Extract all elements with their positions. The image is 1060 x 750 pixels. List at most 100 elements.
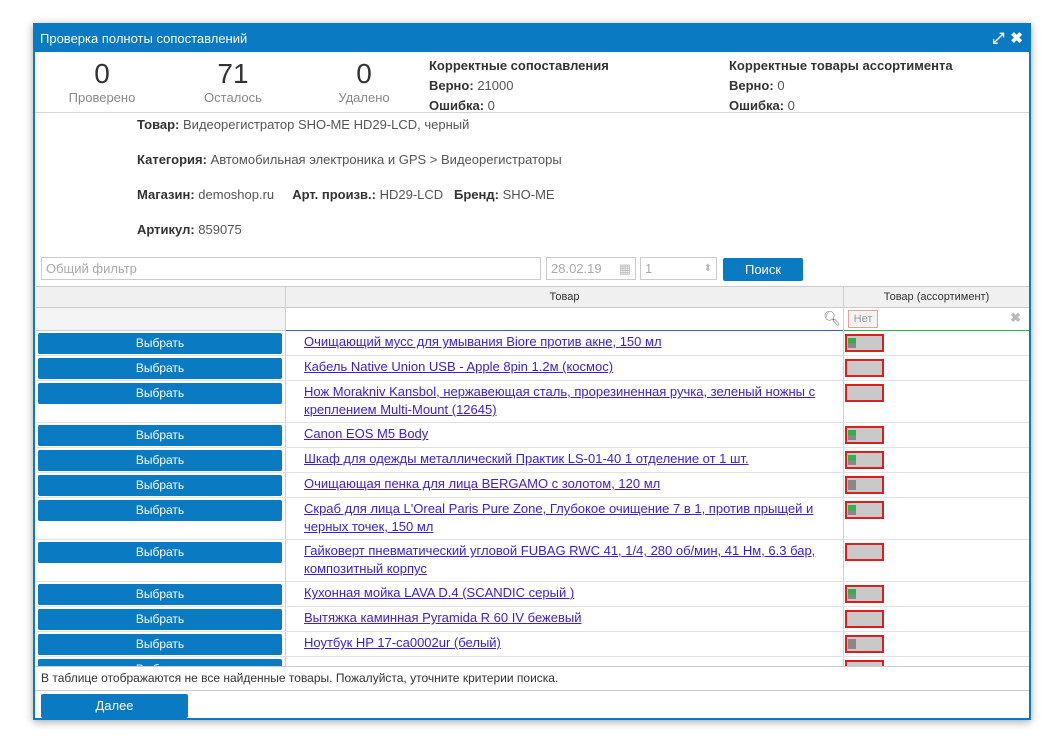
correct-matches: Корректные сопоставления Верно: 21000 Ош… [429, 56, 609, 116]
shop-value: demoshop.ru [198, 187, 275, 202]
toggle-knob [848, 480, 856, 490]
assort-toggle[interactable] [845, 543, 884, 561]
date-value: 28.02.19 [551, 261, 602, 276]
table-row: Выбрать Canon EOS M5 Body [36, 423, 1029, 448]
filter-bar: Общий фильтр 28.02.19 ▦ 1 ⬍ Поиск [35, 257, 1029, 283]
product-link[interactable]: Скраб для лица L'Oreal Paris Pure Zone, … [304, 500, 844, 536]
close-icon[interactable]: ✖ [1010, 31, 1023, 46]
select-button[interactable]: Выбрать [38, 475, 282, 496]
product-link[interactable]: Нож Morakniv Kansbol, нержавеющая сталь,… [304, 383, 844, 419]
product-filter-cell[interactable]: 🔍︎ [286, 308, 843, 331]
select-button[interactable]: Выбрать [38, 358, 282, 379]
assort-filter-cell[interactable]: Нет ✖ [844, 308, 1029, 331]
assort-toggle[interactable] [845, 359, 884, 377]
stat-value: 0 [94, 58, 110, 89]
table-row: Выбрать Вытяжка каминная Pyramida R 60 IV… [36, 607, 1029, 632]
select-button[interactable]: Выбрать [38, 542, 282, 563]
table-row: Выбрать Гайковерт пневматический угловой … [36, 540, 1029, 582]
product-link[interactable]: Очищающая пенка для лица BERGAMO с золот… [304, 475, 844, 493]
search-icon[interactable]: 🔍︎ [823, 310, 841, 327]
assort-toggle[interactable] [845, 585, 884, 603]
product-link[interactable]: Шкаф для одежды металлический Практик LS… [304, 450, 844, 468]
dialog: Проверка полноты сопоставлений ⤢ ✖ 0 Про… [33, 23, 1031, 720]
art-label: Арт. произв.: [292, 187, 376, 202]
toggle-knob [848, 455, 856, 465]
err-value: 0 [787, 98, 795, 113]
clear-filter-icon[interactable]: ✖ [1010, 310, 1021, 326]
group-title: Корректные сопоставления [429, 58, 609, 73]
footer: Далее [35, 690, 1029, 718]
calendar-icon[interactable]: ▦ [619, 258, 631, 279]
footnote: В таблице отображаются не все найденные … [35, 666, 1029, 690]
brand-value: SHO-ME [502, 187, 555, 202]
err-label: Ошибка: [729, 98, 785, 113]
assort-filter-value[interactable]: Нет [848, 310, 878, 328]
general-filter-input[interactable]: Общий фильтр [41, 257, 541, 280]
assort-toggle[interactable] [845, 635, 884, 653]
next-button[interactable]: Далее [41, 694, 188, 718]
assort-toggle[interactable] [845, 334, 884, 352]
table-row: Выбрать Ноутбук HP 17-ca0002ur (белый) [36, 632, 1029, 657]
stats-panel: 0 Проверено 71 Осталось 0 Удалено Коррек… [35, 52, 1029, 113]
stat-deleted: 0 Удалено [304, 58, 424, 106]
select-button[interactable]: Выбрать [38, 584, 282, 605]
product-link[interactable]: Кабель Native Union USB - Apple 8pin 1.2… [304, 358, 844, 376]
group-title: Корректные товары ассортимента [729, 58, 953, 73]
date-input[interactable]: 28.02.19 ▦ [546, 257, 636, 280]
toggle-knob [848, 639, 856, 649]
correct-assort: Корректные товары ассортимента Верно: 0 … [729, 56, 953, 116]
ok-value: 0 [777, 78, 785, 93]
table-row: Выбрать Шкаф для одежды металлический Пра… [36, 448, 1029, 473]
select-button[interactable]: Выбрать [38, 634, 282, 655]
stat-value: 0 [356, 58, 372, 89]
toggle-knob [848, 430, 856, 440]
ok-value: 21000 [477, 78, 514, 93]
shop-info: Магазин: demoshop.ru Арт. произв.: HD29-… [137, 187, 555, 202]
results-grid: Товар Товар (ассортимент) 🔍︎ Нет ✖ Выбра… [36, 286, 1029, 667]
category-info: Категория: Автомобильная электроника и G… [137, 152, 562, 167]
select-button[interactable]: Выбрать [38, 333, 282, 354]
select-button[interactable]: Выбрать [38, 609, 282, 630]
col-header-assort[interactable]: Товар (ассортимент) [844, 287, 1029, 308]
select-button[interactable]: Выбрать [38, 383, 282, 404]
stat-label: Удалено [338, 90, 390, 105]
assort-toggle[interactable] [845, 501, 884, 519]
assort-toggle[interactable] [845, 476, 884, 494]
number-stepper[interactable]: 1 ⬍ [640, 257, 717, 280]
ok-label: Верно: [729, 78, 774, 93]
col-header-product[interactable]: Товар [286, 287, 843, 308]
toggle-knob [848, 589, 856, 599]
product-info: Товар: Видеорегистратор SHO-ME HD29-LCD,… [137, 117, 469, 132]
art-value: HD29-LCD [379, 187, 444, 202]
select-button[interactable]: Выбрать [38, 450, 282, 471]
assort-toggle[interactable] [845, 451, 884, 469]
product-link[interactable]: Кухонная мойка LAVA D.4 (SCANDIC серый ) [304, 584, 844, 602]
select-button[interactable]: Выбрать [38, 425, 282, 446]
assort-toggle[interactable] [845, 426, 884, 444]
assort-toggle[interactable] [845, 384, 884, 402]
col-header-select [36, 287, 285, 308]
toggle-knob [848, 338, 856, 348]
table-row: Выбрать Очищающий мусс для умывания Biore… [36, 331, 1029, 356]
product-link[interactable]: Canon EOS M5 Body [304, 425, 844, 443]
search-button[interactable]: Поиск [723, 258, 803, 281]
table-row: Выбрать Кабель Native Union USB - Apple 8… [36, 356, 1029, 381]
stat-label: Осталось [204, 90, 262, 105]
err-label: Ошибка: [429, 98, 485, 113]
category-label: Категория: [137, 152, 207, 167]
product-link[interactable]: Очищающий мусс для умывания Biore против… [304, 333, 844, 351]
product-link[interactable]: Вытяжка каминная Pyramida R 60 IV бежевы… [304, 609, 844, 627]
select-button[interactable]: Выбрать [38, 500, 282, 521]
sku-label: Артикул: [137, 222, 195, 237]
assort-toggle[interactable] [845, 610, 884, 628]
stepper-arrows-icon[interactable]: ⬍ [704, 258, 712, 279]
maximize-icon[interactable]: ⤢ [992, 31, 1004, 46]
product-link[interactable]: Гайковерт пневматический угловой FUBAG R… [304, 542, 844, 578]
titlebar: Проверка полноты сопоставлений ⤢ ✖ [35, 25, 1029, 52]
number-value: 1 [645, 261, 653, 276]
dialog-title: Проверка полноты сопоставлений [40, 31, 248, 46]
table-row: Выбрать Нож Morakniv Kansbol, нержавеющая… [36, 381, 1029, 423]
table-row: Выбрать Очищающая пенка для лица BERGAMO … [36, 473, 1029, 498]
stat-checked: 0 Проверено [42, 58, 162, 106]
product-link[interactable]: Ноутбук HP 17-ca0002ur (белый) [304, 634, 844, 652]
